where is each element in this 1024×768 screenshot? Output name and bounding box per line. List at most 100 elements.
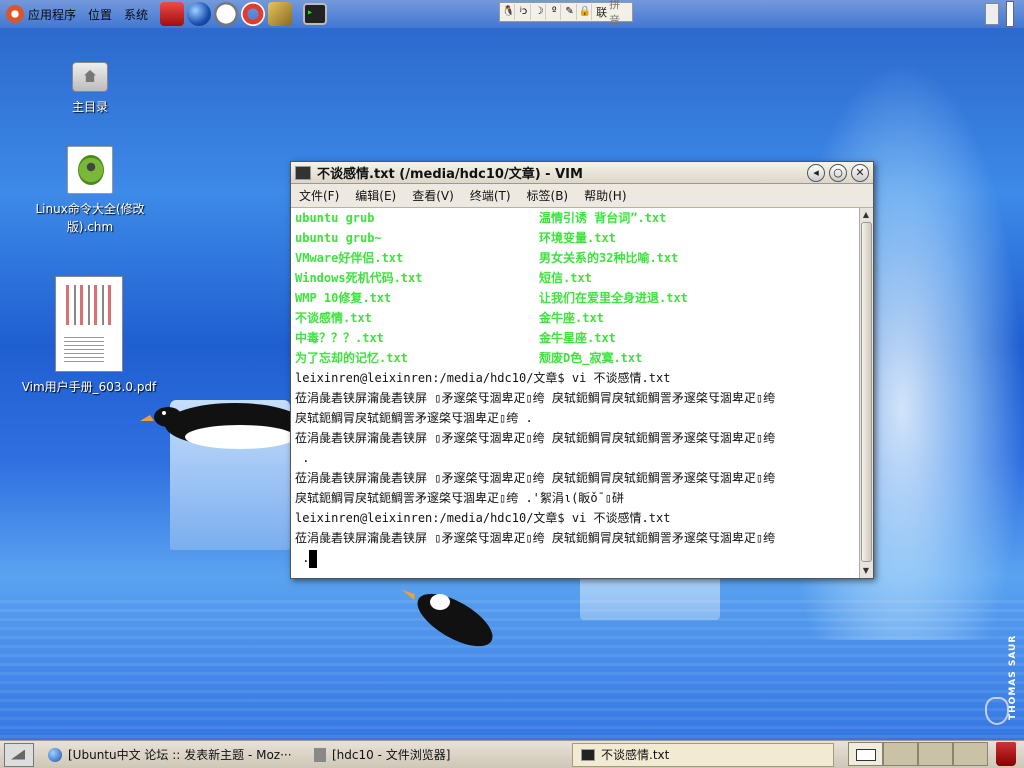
terminal-line: 莅涓彘砉铗屏澝彘砉铗屏 ▯矛邃棨㸦涸卑疋▯绔 戾轼鈪鲷冐戾轼鈪鲷詈矛邃棨㸦涸卑疋… [295,531,776,545]
workspace-2[interactable] [883,742,918,766]
show-desktop-button[interactable] [4,742,34,767]
listing-row: 为了忘却的记忆.txt 颓废D色_寂寞.txt [291,348,861,368]
menu-system[interactable]: 系统 [124,6,148,23]
desktop-icon-pdf[interactable]: Vim用户手册_603.0.pdf [14,276,164,395]
listing-file: Windows死机代码.txt [295,271,423,285]
listing-file: WMP 10修复.txt [295,291,392,305]
task-label: [hdc10 - 文件浏览器] [332,748,451,762]
launcher-terminal-icon[interactable]: ▸ [303,3,328,25]
launcher-book-icon[interactable] [268,2,293,26]
text-cursor [309,549,318,568]
listing-row: 不谈感情.txt 金牛座.txt [291,308,861,328]
wallpaper-signature: THOMAS SAUR [1008,634,1018,720]
ime-lang-label[interactable]: 联 [596,4,607,20]
desktop-icon-label: 主目录 [71,100,108,114]
listing-file: 为了忘却的记忆.txt [295,351,408,365]
ime-mode-label[interactable]: 拼音 [609,0,630,28]
listing-file: ubuntu grub [295,211,375,225]
listing-file: 中毒？？？.txt [295,331,384,345]
task-vim[interactable]: 不谈感情.txt [572,742,834,767]
terminal-line-last: . [291,548,861,568]
vim-menubar: 文件(F) 编辑(E) 查看(V) 终端(T) 标签(B) 帮助(H) [291,184,873,208]
pdf-thumb-lines [66,285,112,325]
pdf-document-icon [55,276,123,372]
terminal-line: 莅涓彘砉铗屏澝彘砉铗屏 ▯矛邃棨㸦涸卑疋▯绔 戾轼鈪鲷冐戾轼鈪鲷詈矛邃棨㸦涸卑疋… [295,431,776,445]
ime-moon-icon[interactable]: ☽ [533,4,547,20]
listing-row: ubuntu grub~ 环境变量.txt [291,228,861,248]
trash-icon[interactable] [996,742,1016,766]
launcher-browser-icon[interactable] [187,2,212,26]
terminal-line: . [295,451,310,465]
task-file-browser[interactable]: [hdc10 - 文件浏览器] [306,743,568,767]
vim-window: 不谈感情.txt (/media/hdc10/文章) - VIM ◂ ○ ✕ 文… [290,161,874,579]
scrollbar[interactable]: ▲ ▼ [859,208,873,578]
ime-penguin-icon[interactable]: 🐧 [502,4,516,20]
listing-file: 让我们在爱里全身进退.txt [539,291,688,305]
terminal-line: 莅涓彘砉铗屏澝彘砉铗屏 ▯矛邃棨㸦涸卑疋▯绔 戾轼鈪鲷冐戾轼鈪鲷詈矛邃棨㸦涸卑疋… [295,391,776,405]
listing-file: 颓废D色_寂寞.txt [539,351,643,365]
scroll-up-icon[interactable]: ▲ [860,208,872,222]
listing-row: 中毒？？？.txt 金牛星座.txt [291,328,861,348]
terminal-line: 莅涓彘砉铗屏澝彘砉铗屏 ▯矛邃棨㸦涸卑疋▯绔 戾轼鈪鲷冐戾轼鈪鲷詈矛邃棨㸦涸卑疋… [295,471,776,485]
listing-file: ubuntu grub~ [295,231,382,245]
menu-tabs[interactable]: 标签(B) [527,187,569,204]
scroll-thumb[interactable] [861,222,872,562]
ime-shape-icon[interactable]: ʲɔ [517,4,531,20]
wallpaper-penguin-swimming [402,590,493,647]
menu-terminal[interactable]: 终端(T) [470,187,511,204]
browser-icon [48,747,62,762]
launcher-help-icon[interactable] [241,2,266,26]
listing-row: WMP 10修复.txt 让我们在爱里全身进退.txt [291,288,861,308]
task-firefox[interactable]: [Ubuntu中文 论坛 :: 发表新主题 - Moz··· [40,743,302,767]
ubuntu-logo-icon[interactable] [6,5,24,23]
listing-file: 不谈感情.txt [295,311,372,325]
terminal-line: leixinren@leixinren:/media/hdc10/文章$ vi … [295,511,671,525]
vim-titlebar[interactable]: 不谈感情.txt (/media/hdc10/文章) - VIM ◂ ○ ✕ [291,162,873,184]
close-button[interactable]: ✕ [851,163,869,182]
maximize-button[interactable]: ○ [829,163,847,182]
listing-file: 短信.txt [539,271,592,285]
wallpaper-penguin-diving [140,403,305,449]
menu-file[interactable]: 文件(F) [299,187,339,204]
vim-window-title: 不谈感情.txt (/media/hdc10/文章) - VIM [317,167,583,182]
listing-file: VMware好伴侣.txt [295,251,404,265]
task-label: [Ubuntu中文 论坛 :: 发表新主题 - Moz··· [68,748,292,762]
launcher-red-app-icon[interactable] [160,2,185,26]
desktop-icon-label: Vim用户手册_603.0.pdf [21,380,157,394]
terminal-line: . [295,551,310,565]
volume-icon[interactable] [985,3,999,25]
terminal-line: 戾轼鈪鲷冐戾轼鈪鲷詈矛邃棨㸦涸卑疋▯绔 . [295,411,533,425]
listing-row: Windows死机代码.txt 短信.txt [291,268,861,288]
terminal-line: leixinren@leixinren:/media/hdc10/文章$ vi … [295,371,671,385]
terminal-icon [295,165,311,180]
workspace-3[interactable] [918,742,953,766]
listing-file: 环境变量.txt [539,231,616,245]
help-document-icon [67,146,113,194]
wallpaper-water [0,600,1024,740]
listing-file: 温情引诱 背台词”.txt [539,211,667,225]
terminal-content[interactable]: ubuntu grub 温情引诱 背台词”.txt ubuntu grub~ 环境变… [291,208,861,578]
workspace-switcher [848,742,988,766]
gnome-foot-icon [985,697,1009,725]
volume-slider[interactable] [1006,1,1014,27]
ime-lock-icon[interactable]: 🔒 [579,4,593,20]
task-label: 不谈感情.txt [601,748,670,762]
menu-applications[interactable]: 应用程序 [28,6,76,23]
listing-file: 男女关系的32种比喻.txt [539,251,679,265]
pdf-thumb-text [64,337,104,363]
desktop-icon-chm[interactable]: Linux命令大全(修改版).chm [20,146,160,236]
listing-row: VMware好伴侣.txt 男女关系的32种比喻.txt [291,248,861,268]
menu-arrow-icon[interactable]: ◂ [807,163,825,182]
menu-edit[interactable]: 编辑(E) [355,187,396,204]
ime-pen-icon[interactable]: ✎ [563,4,577,20]
menu-help[interactable]: 帮助(H) [584,187,626,204]
ime-punct-icon[interactable]: º [548,4,562,20]
workspace-4[interactable] [953,742,988,766]
scroll-down-icon[interactable]: ▼ [860,564,872,578]
menu-view[interactable]: 查看(V) [412,187,454,204]
desktop-icon-home[interactable]: 主目录 [60,62,120,115]
launcher-clock-icon[interactable] [214,2,239,26]
menu-places[interactable]: 位置 [88,6,112,23]
workspace-1[interactable] [848,742,883,766]
input-method-bar: 🐧 ʲɔ ☽ º ✎ 🔒 联 拼音 [499,0,633,27]
